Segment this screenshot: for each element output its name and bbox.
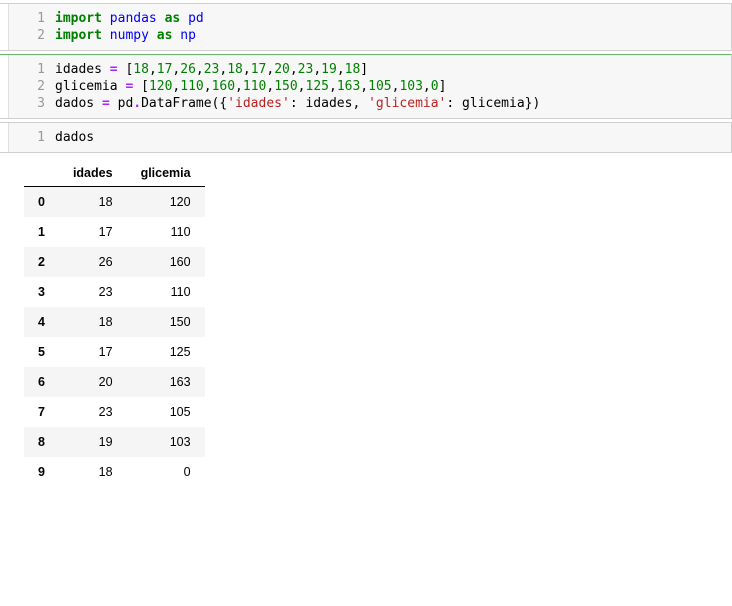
table-row: 9180 [24,457,205,487]
in-prompt [0,55,8,118]
line-number: 2 [9,78,55,95]
cell-glicemia: 110 [127,277,205,307]
line-number: 1 [9,10,55,27]
row-index: 9 [24,457,59,487]
row-index: 7 [24,397,59,427]
table-header-row: idades glicemia [24,160,205,187]
cell-idades: 18 [59,307,127,337]
line-number: 2 [9,27,55,44]
code-cell[interactable]: 1import pandas as pd2import numpy as np [0,3,732,51]
table-header: idades [59,160,127,187]
cell-idades: 23 [59,277,127,307]
code-editor[interactable]: 1idades = [18,17,26,23,18,17,20,23,19,18… [8,55,731,118]
cell-glicemia: 110 [127,217,205,247]
table-row: 723105 [24,397,205,427]
line-number: 1 [9,61,55,78]
row-index: 1 [24,217,59,247]
cell-idades: 17 [59,337,127,367]
line-number: 1 [9,129,55,146]
cell-glicemia: 150 [127,307,205,337]
in-prompt [0,123,8,152]
row-index: 0 [24,187,59,218]
code-editor[interactable]: 1import pandas as pd2import numpy as np [8,4,731,50]
cell-glicemia: 103 [127,427,205,457]
output-area: idades glicemia 018120117110226160323110… [0,156,732,491]
table-row: 117110 [24,217,205,247]
table-row: 517125 [24,337,205,367]
code-line[interactable]: idades = [18,17,26,23,18,17,20,23,19,18] [55,61,731,78]
code-line[interactable]: glicemia = [120,110,160,110,150,125,163,… [55,78,731,95]
code-line[interactable]: dados = pd.DataFrame({'idades': idades, … [55,95,731,112]
in-prompt [0,4,8,50]
cell-idades: 18 [59,457,127,487]
row-index: 5 [24,337,59,367]
code-cell[interactable]: 1idades = [18,17,26,23,18,17,20,23,19,18… [0,54,732,119]
cell-idades: 23 [59,397,127,427]
table-row: 226160 [24,247,205,277]
cell-idades: 18 [59,187,127,218]
cell-glicemia: 163 [127,367,205,397]
row-index: 8 [24,427,59,457]
dataframe-table: idades glicemia 018120117110226160323110… [24,160,205,487]
cell-idades: 19 [59,427,127,457]
table-row: 620163 [24,367,205,397]
table-row: 819103 [24,427,205,457]
code-editor[interactable]: 1dados [8,123,731,152]
line-number: 3 [9,95,55,112]
code-line[interactable]: dados [55,129,731,146]
table-row: 018120 [24,187,205,218]
row-index: 4 [24,307,59,337]
cell-glicemia: 105 [127,397,205,427]
code-line[interactable]: import pandas as pd [55,10,731,27]
cell-idades: 20 [59,367,127,397]
table-header: glicemia [127,160,205,187]
row-index: 6 [24,367,59,397]
cell-idades: 26 [59,247,127,277]
cell-glicemia: 120 [127,187,205,218]
code-line[interactable]: import numpy as np [55,27,731,44]
row-index: 3 [24,277,59,307]
cell-idades: 17 [59,217,127,247]
cell-glicemia: 160 [127,247,205,277]
table-body: 0181201171102261603231104181505171256201… [24,187,205,488]
code-cell[interactable]: 1dados [0,122,732,153]
cell-glicemia: 125 [127,337,205,367]
cell-glicemia: 0 [127,457,205,487]
table-header [24,160,59,187]
table-row: 323110 [24,277,205,307]
table-row: 418150 [24,307,205,337]
row-index: 2 [24,247,59,277]
out-prompt [0,156,8,491]
